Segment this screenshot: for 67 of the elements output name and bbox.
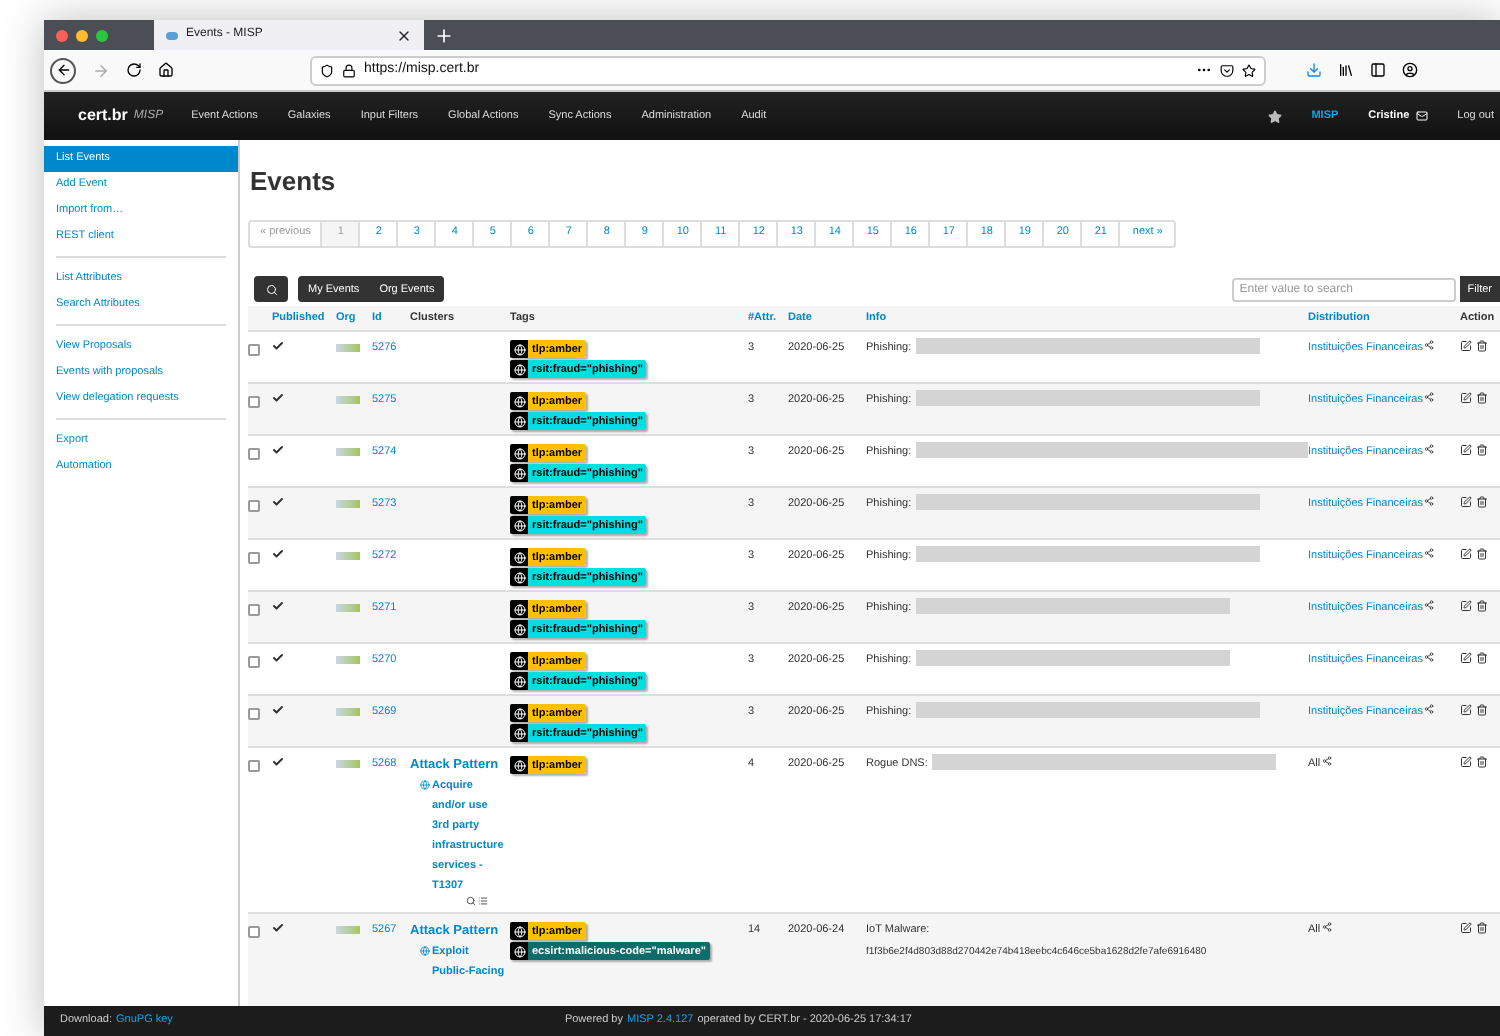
star-icon[interactable]	[1267, 109, 1282, 123]
share-icon	[1322, 756, 1333, 767]
globe-icon	[510, 922, 528, 941]
shield-icon	[320, 63, 334, 77]
lock-icon	[342, 63, 356, 77]
org-logo	[336, 604, 360, 613]
search-icon	[265, 283, 277, 296]
share-icon	[1424, 548, 1435, 559]
globe-icon	[510, 756, 528, 775]
globe-icon	[510, 704, 528, 723]
account-icon[interactable]	[1402, 62, 1418, 78]
share-icon	[1322, 922, 1333, 933]
share-icon	[1424, 704, 1435, 715]
globe-icon	[510, 496, 528, 515]
org-logo	[336, 552, 360, 561]
row-checkbox[interactable]	[248, 656, 260, 669]
share-icon	[1424, 444, 1435, 455]
globe-icon	[510, 340, 528, 359]
share-icon	[1424, 600, 1435, 611]
globe-icon	[510, 942, 528, 961]
star-icon[interactable]	[1242, 63, 1256, 77]
org-logo	[336, 926, 360, 935]
row-checkbox[interactable]	[248, 926, 260, 939]
org-logo	[336, 656, 360, 665]
row-checkbox[interactable]	[248, 396, 260, 409]
page-title: Events	[250, 164, 338, 200]
row-checkbox[interactable]	[248, 552, 260, 565]
minimize-window-icon[interactable]	[76, 29, 88, 41]
back-icon[interactable]	[50, 57, 76, 83]
org-logo	[336, 708, 360, 717]
globe-icon	[420, 780, 430, 791]
library-icon[interactable]	[1338, 62, 1354, 78]
download-icon[interactable]	[1306, 62, 1322, 78]
pocket-icon[interactable]	[1220, 63, 1234, 77]
close-tab-icon[interactable]	[396, 27, 412, 43]
row-checkbox[interactable]	[248, 448, 260, 461]
row-checkbox[interactable]	[248, 708, 260, 721]
org-logo	[336, 396, 360, 405]
share-icon	[1424, 652, 1435, 663]
globe-icon	[420, 946, 430, 957]
zoom-window-icon[interactable]	[96, 29, 108, 41]
sidebar-icon[interactable]	[1370, 62, 1386, 78]
new-tab-icon[interactable]	[434, 25, 454, 45]
share-icon	[1424, 392, 1435, 403]
share-icon	[1424, 340, 1435, 351]
site-icon	[166, 31, 178, 39]
search-icon[interactable]	[466, 896, 476, 909]
globe-icon	[510, 444, 528, 463]
mail-icon[interactable]	[1415, 110, 1428, 122]
home-icon[interactable]	[158, 62, 174, 78]
row-checkbox[interactable]	[248, 760, 260, 773]
search-toggle-button[interactable]	[254, 276, 288, 303]
row-checkbox[interactable]	[248, 500, 260, 513]
org-logo	[336, 344, 360, 353]
row-checkbox[interactable]	[248, 344, 260, 357]
globe-icon	[510, 548, 528, 567]
brand-logo[interactable]: cert.br	[78, 104, 128, 128]
row-checkbox[interactable]	[248, 604, 260, 617]
close-window-icon[interactable]	[56, 29, 68, 41]
globe-icon	[510, 392, 528, 411]
org-logo	[336, 500, 360, 509]
share-icon	[1424, 496, 1435, 507]
globe-icon	[510, 600, 528, 619]
globe-icon	[510, 652, 528, 671]
org-logo	[336, 760, 360, 769]
reload-icon[interactable]	[126, 62, 142, 78]
org-logo	[336, 448, 360, 457]
